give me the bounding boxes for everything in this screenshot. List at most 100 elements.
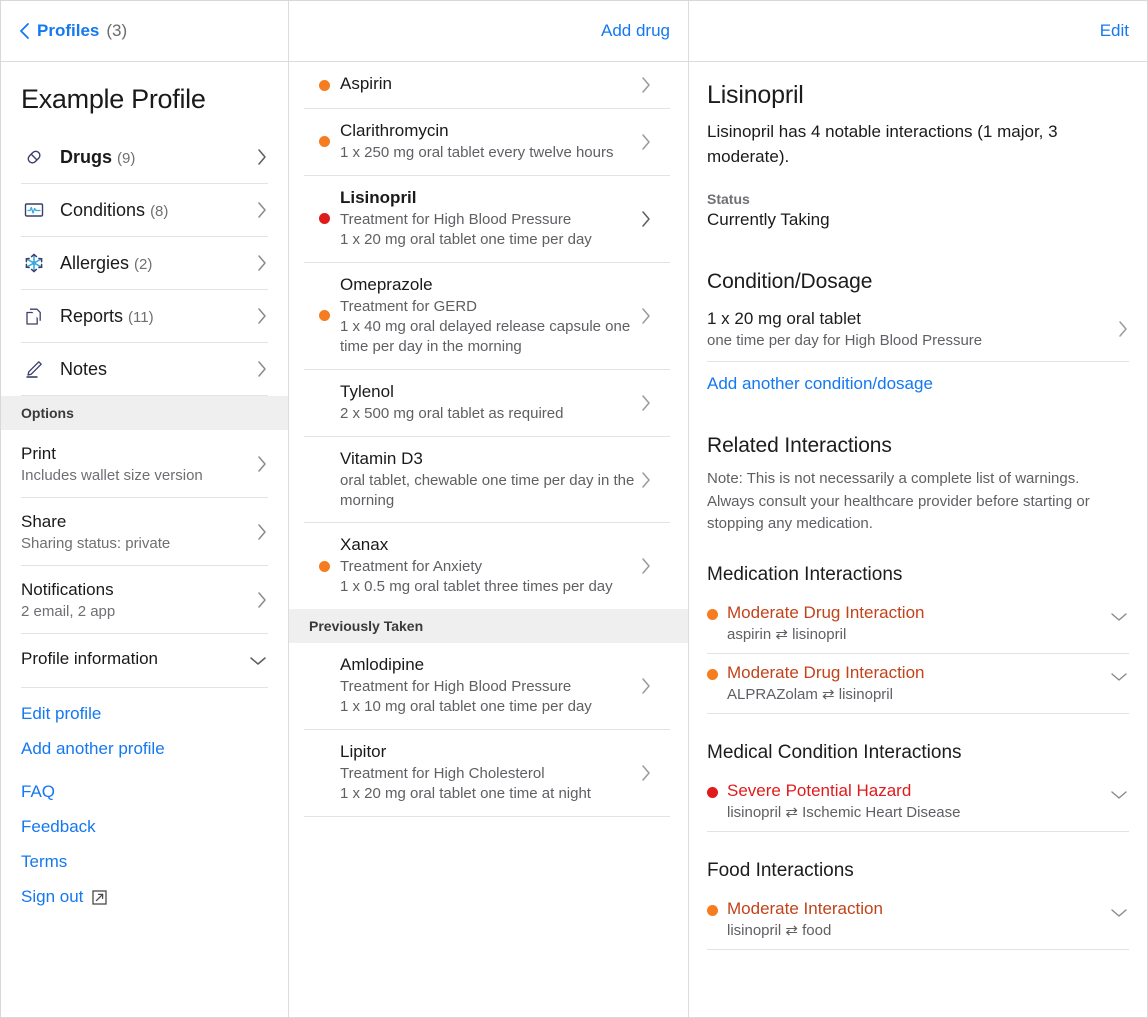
chevron-right-icon bbox=[256, 359, 268, 379]
drug-name: Xanax bbox=[340, 535, 389, 555]
list-item[interactable]: Tylenol 2 x 500 mg oral tablet as requir… bbox=[304, 370, 670, 437]
chevron-down-icon[interactable] bbox=[1109, 907, 1129, 919]
sidebar-item-reports[interactable]: Reports (11) bbox=[21, 290, 268, 343]
option-title: Profile information bbox=[21, 649, 159, 668]
drug-name: Lisinopril bbox=[340, 187, 417, 207]
chevron-right-icon bbox=[640, 75, 652, 95]
drug-dosage: 1 x 20 mg oral tablet one time at night bbox=[340, 785, 591, 803]
interaction-row[interactable]: Severe Potential Hazard lisinopril ⇄ Isc… bbox=[707, 772, 1129, 832]
list-item[interactable]: Xanax Treatment for Anxiety 1 x 0.5 mg o… bbox=[304, 523, 670, 609]
sidebar-body: Example Profile Drugs (9) Conditions (8)… bbox=[1, 62, 288, 1017]
links-spacer bbox=[21, 774, 268, 782]
sidebar-item-notes[interactable]: Notes bbox=[21, 343, 268, 396]
interaction-row[interactable]: Moderate Drug Interaction aspirin ⇄ lisi… bbox=[707, 594, 1129, 654]
vitals-icon bbox=[21, 197, 47, 223]
edit-button[interactable]: Edit bbox=[1100, 21, 1129, 41]
list-item[interactable]: Vitamin D3 oral tablet, chewable one tim… bbox=[304, 437, 670, 524]
interaction-row[interactable]: Moderate Drug Interaction ALPRAZolam ⇄ l… bbox=[707, 654, 1129, 714]
option-notifications[interactable]: Notifications 2 email, 2 app bbox=[21, 566, 268, 634]
severity-dot-moderate bbox=[707, 668, 718, 680]
chevron-down-icon[interactable] bbox=[1109, 611, 1129, 623]
list-item[interactable]: Aspirin bbox=[304, 62, 670, 109]
sidebar-item-count: (9) bbox=[117, 149, 136, 167]
related-interactions-heading: Related Interactions bbox=[707, 434, 892, 458]
option-profile-information[interactable]: Profile information bbox=[21, 634, 268, 688]
condition-dosage-heading: Condition/Dosage bbox=[707, 270, 873, 294]
pill-icon bbox=[21, 144, 47, 170]
interaction-info: Severe Potential Hazard lisinopril ⇄ Isc… bbox=[727, 781, 1109, 821]
status-dot-none bbox=[319, 397, 330, 408]
interactions-note: Note: This is not necessarily a complete… bbox=[707, 470, 1090, 533]
edit-profile-link[interactable]: Edit profile bbox=[21, 704, 268, 724]
severity-dot-severe bbox=[707, 786, 718, 798]
dosage-info: 1 x 20 mg oral tablet one time per day f… bbox=[707, 309, 1117, 349]
chevron-right-icon bbox=[256, 454, 268, 474]
drug-dosage: 1 x 250 mg oral tablet every twelve hour… bbox=[340, 144, 614, 161]
back-label: Profiles bbox=[37, 21, 100, 40]
terms-link[interactable]: Terms bbox=[21, 852, 268, 872]
medication-interactions-heading: Medication Interactions bbox=[707, 563, 903, 585]
add-condition-dosage-link[interactable]: Add another condition/dosage bbox=[707, 362, 1129, 394]
drug-name: Vitamin D3 bbox=[340, 448, 423, 468]
option-share[interactable]: Share Sharing status: private bbox=[21, 498, 268, 566]
list-item[interactable]: Clarithromycin 1 x 250 mg oral tablet ev… bbox=[304, 109, 670, 176]
option-print[interactable]: Print Includes wallet size version bbox=[21, 430, 268, 498]
sign-out-link[interactable]: Sign out bbox=[21, 887, 108, 907]
option-text: Notifications 2 email, 2 app bbox=[21, 580, 256, 620]
options-list: Print Includes wallet size version Share… bbox=[1, 430, 288, 688]
list-item-selected[interactable]: Lisinopril Treatment for High Blood Pres… bbox=[304, 176, 670, 263]
chevron-right-icon bbox=[1117, 319, 1129, 339]
drug-name: Lipitor bbox=[340, 742, 387, 762]
drug-info: Tylenol 2 x 500 mg oral tablet as requir… bbox=[340, 382, 640, 424]
status-dot-orange bbox=[319, 79, 330, 91]
previously-taken-header: Previously Taken bbox=[289, 609, 688, 644]
drug-treatment: Treatment for High Blood Pressure bbox=[340, 678, 572, 696]
interaction-row[interactable]: Moderate Interaction lisinopril ⇄ food bbox=[707, 890, 1129, 950]
list-item[interactable]: Omeprazole Treatment for GERD 1 x 40 mg … bbox=[304, 263, 670, 370]
chevron-down-icon[interactable] bbox=[1109, 671, 1129, 683]
medical-condition-interactions-heading: Medical Condition Interactions bbox=[707, 741, 962, 763]
external-link-icon bbox=[91, 889, 108, 906]
chevron-right-icon bbox=[640, 209, 652, 229]
interaction-severity: Moderate Interaction bbox=[727, 898, 883, 918]
back-to-profiles-button[interactable]: Profiles (3) bbox=[19, 21, 127, 41]
drug-name: Amlodipine bbox=[340, 655, 425, 675]
options-section-header: Options bbox=[1, 396, 288, 430]
drug-dosage: 1 x 0.5 mg oral tablet three times per d… bbox=[340, 578, 613, 596]
drug-dosage: oral tablet, chewable one time per day i… bbox=[340, 471, 635, 509]
sidebar-column: Profiles (3) Example Profile Drugs (9) C… bbox=[1, 1, 289, 1017]
interaction-info: Moderate Drug Interaction ALPRAZolam ⇄ l… bbox=[727, 663, 1109, 703]
feedback-link[interactable]: Feedback bbox=[21, 817, 268, 837]
status-value: Currently Taking bbox=[707, 210, 830, 230]
interaction-info: Moderate Drug Interaction aspirin ⇄ lisi… bbox=[727, 603, 1109, 643]
sidebar-nav-list: Drugs (9) Conditions (8) Allergies (2) R… bbox=[1, 131, 288, 396]
list-item[interactable]: Amlodipine Treatment for High Blood Pres… bbox=[304, 643, 670, 731]
chevron-down-icon[interactable] bbox=[1109, 789, 1129, 801]
list-item[interactable]: Lipitor Treatment for High Cholesterol 1… bbox=[304, 730, 670, 818]
interaction-pair: lisinopril ⇄ food bbox=[727, 921, 832, 939]
add-drug-button[interactable]: Add drug bbox=[601, 21, 670, 41]
drug-treatment: Treatment for High Cholesterol bbox=[340, 765, 545, 783]
drug-list-column: Add drug Aspirin Clarithromycin 1 x 250 … bbox=[289, 1, 689, 1017]
add-another-profile-link[interactable]: Add another profile bbox=[21, 739, 268, 759]
status-dot-orange bbox=[319, 560, 330, 572]
faq-link[interactable]: FAQ bbox=[21, 782, 268, 802]
chevron-right-icon bbox=[640, 556, 652, 576]
drug-treatment: Treatment for High Blood Pressure bbox=[340, 210, 572, 228]
chevron-right-icon bbox=[640, 470, 652, 490]
food-interactions-heading: Food Interactions bbox=[707, 859, 854, 881]
sidebar-item-drugs[interactable]: Drugs (9) bbox=[21, 131, 268, 184]
chevron-right-icon bbox=[640, 306, 652, 326]
chevron-right-icon bbox=[640, 132, 652, 152]
drug-list-header: Add drug bbox=[289, 1, 688, 62]
sidebar-item-conditions[interactable]: Conditions (8) bbox=[21, 184, 268, 237]
sidebar-item-label: Drugs (9) bbox=[60, 146, 136, 167]
drug-info: Xanax Treatment for Anxiety 1 x 0.5 mg o… bbox=[340, 535, 640, 597]
detail-column: Edit Lisinopril Lisinopril has 4 notable… bbox=[689, 1, 1147, 1017]
dosage-row[interactable]: 1 x 20 mg oral tablet one time per day f… bbox=[707, 304, 1129, 363]
interaction-severity: Moderate Drug Interaction bbox=[727, 602, 925, 622]
sidebar-item-allergies[interactable]: Allergies (2) bbox=[21, 237, 268, 290]
interaction-pair: ALPRAZolam ⇄ lisinopril bbox=[727, 685, 893, 703]
sidebar-item-label: Notes bbox=[60, 358, 108, 379]
detail-summary: Lisinopril has 4 notable interactions (1… bbox=[707, 122, 1058, 166]
